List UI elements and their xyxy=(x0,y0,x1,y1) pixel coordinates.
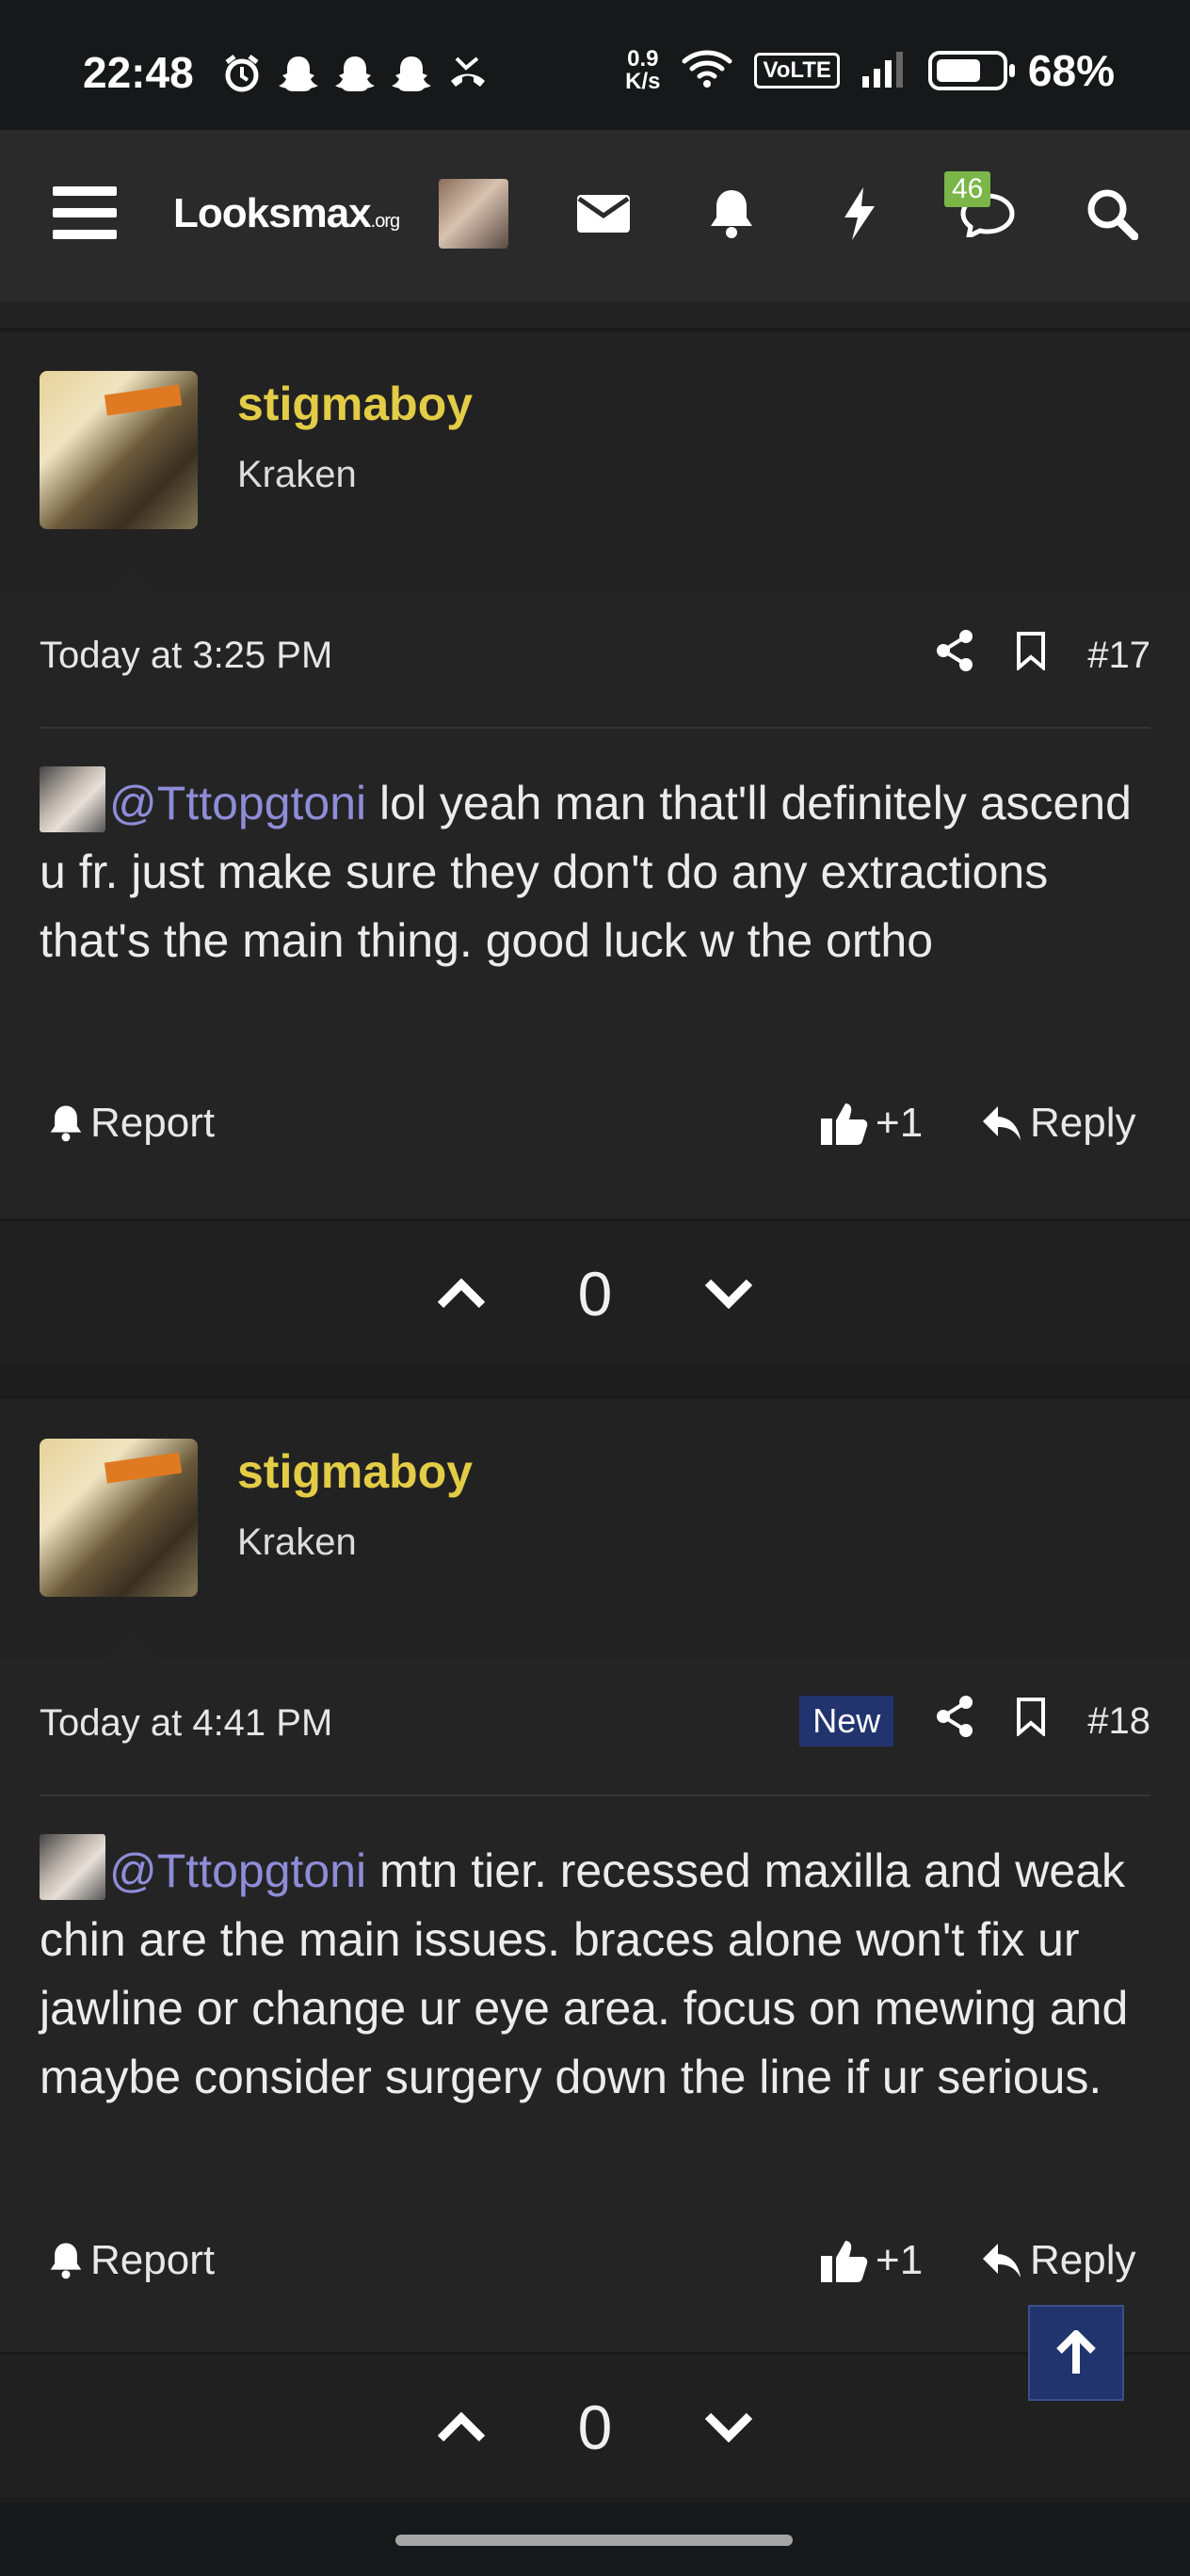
report-button[interactable]: Report xyxy=(49,1100,215,1147)
divider xyxy=(40,727,1150,729)
notification-icons xyxy=(221,53,489,94)
conversations-badge: 46 xyxy=(944,171,991,207)
arrow-up-icon xyxy=(1056,2330,1096,2374)
post-date[interactable]: Today at 4:41 PM xyxy=(40,1702,332,1745)
chevron-down-icon xyxy=(704,1279,753,1309)
share-icon[interactable] xyxy=(935,629,974,682)
post-actions: Report +1 Reply xyxy=(40,1100,1150,1166)
user-title: Kraken xyxy=(237,1521,357,1563)
chevron-down-icon xyxy=(704,2412,753,2442)
share-icon[interactable] xyxy=(935,1695,974,1747)
mention-avatar xyxy=(40,766,105,832)
author-pointer xyxy=(104,565,160,593)
status-bar: 22:48 0.9 K/s VoLTE 68% xyxy=(0,0,1190,130)
snapchat-icon xyxy=(334,53,376,94)
reply-button[interactable]: Reply xyxy=(981,2237,1136,2284)
scroll-to-top-button[interactable] xyxy=(1028,2305,1124,2401)
like-button[interactable]: +1 xyxy=(821,1100,923,1147)
clock: 22:48 xyxy=(83,48,194,97)
post-meta-actions: New #18 xyxy=(799,1695,1150,1747)
mention-avatar xyxy=(40,1834,105,1900)
reply-button[interactable]: Reply xyxy=(981,1100,1136,1147)
upvote-button[interactable] xyxy=(433,1221,490,1366)
snapchat-icon xyxy=(391,53,432,94)
site-logo[interactable]: Looksmax.org xyxy=(173,190,400,237)
volte-badge: VoLTE xyxy=(754,53,840,89)
downvote-button[interactable] xyxy=(700,2355,757,2500)
vote-bar: 0 xyxy=(0,1218,1190,1363)
system-nav-bar xyxy=(0,2503,1190,2576)
snapchat-icon xyxy=(278,53,319,94)
post-number[interactable]: #18 xyxy=(1087,1700,1150,1743)
battery-icon xyxy=(927,51,1015,90)
header-shadow xyxy=(0,301,1190,328)
post-content: @Tttopgtoni mtn tier. recessed maxilla a… xyxy=(40,1834,1160,2112)
system-icons: 0.9 K/s VoLTE 68% xyxy=(625,45,1115,96)
envelope-icon[interactable] xyxy=(571,179,636,249)
bookmark-icon[interactable] xyxy=(1016,1697,1046,1746)
user-avatar[interactable] xyxy=(40,371,198,529)
post-meta-actions: #17 xyxy=(935,629,1150,682)
user-title: Kraken xyxy=(237,454,357,495)
upvote-button[interactable] xyxy=(433,2355,490,2500)
bell-icon xyxy=(50,2243,82,2279)
like-button[interactable]: +1 xyxy=(821,2237,923,2284)
thumbs-up-icon xyxy=(821,1103,868,1145)
account-avatar[interactable] xyxy=(439,179,508,249)
search-icon[interactable] xyxy=(1079,179,1145,249)
chevron-up-icon xyxy=(437,2412,486,2442)
post-17: stigmaboy Kraken Today at 3:25 PM #17 @T… xyxy=(0,328,1190,1218)
bolt-icon[interactable] xyxy=(827,179,892,249)
vote-bar: 0 xyxy=(0,2352,1190,2497)
signal-icon xyxy=(860,50,908,92)
home-gesture-handle[interactable] xyxy=(395,2535,793,2546)
reply-icon xyxy=(983,2244,1021,2278)
report-button[interactable]: Report xyxy=(49,2237,215,2284)
user-mention[interactable]: @Tttopgtoni xyxy=(109,1844,366,1897)
post-content: @Tttopgtoni lol yeah man that'll definit… xyxy=(40,766,1160,975)
missed-call-icon xyxy=(447,53,489,94)
bell-icon xyxy=(50,1105,82,1142)
post-actions: Report +1 Reply xyxy=(40,2237,1150,2303)
thumbs-up-icon xyxy=(821,2241,868,2282)
wifi-icon xyxy=(681,48,733,94)
downvote-button[interactable] xyxy=(700,1221,757,1366)
battery-percent: 68% xyxy=(1027,46,1115,95)
post-author-block: stigmaboy Kraken xyxy=(0,328,1190,593)
app-header: Looksmax.org 46 xyxy=(0,130,1190,328)
bookmark-icon[interactable] xyxy=(1016,631,1046,680)
chevron-up-icon xyxy=(437,1279,486,1309)
post-date[interactable]: Today at 3:25 PM xyxy=(40,635,332,677)
new-badge: New xyxy=(799,1696,894,1747)
menu-icon[interactable] xyxy=(53,186,117,239)
alarm-icon xyxy=(221,53,263,94)
vote-score: 0 xyxy=(577,1259,613,1328)
author-pointer xyxy=(104,1633,160,1661)
user-avatar[interactable] xyxy=(40,1439,198,1597)
network-speed: 0.9 K/s xyxy=(625,46,661,94)
username[interactable]: stigmaboy xyxy=(237,1444,473,1499)
user-mention[interactable]: @Tttopgtoni xyxy=(109,777,366,829)
vote-score: 0 xyxy=(577,2392,613,2462)
reply-icon xyxy=(983,1106,1021,1140)
post-author-block: stigmaboy Kraken xyxy=(0,1395,1190,1661)
username[interactable]: stigmaboy xyxy=(237,377,473,431)
post-18: stigmaboy Kraken Today at 4:41 PM New #1… xyxy=(0,1395,1190,2352)
post-number[interactable]: #17 xyxy=(1087,635,1150,677)
bell-icon[interactable] xyxy=(699,179,764,249)
divider xyxy=(40,1795,1150,1796)
